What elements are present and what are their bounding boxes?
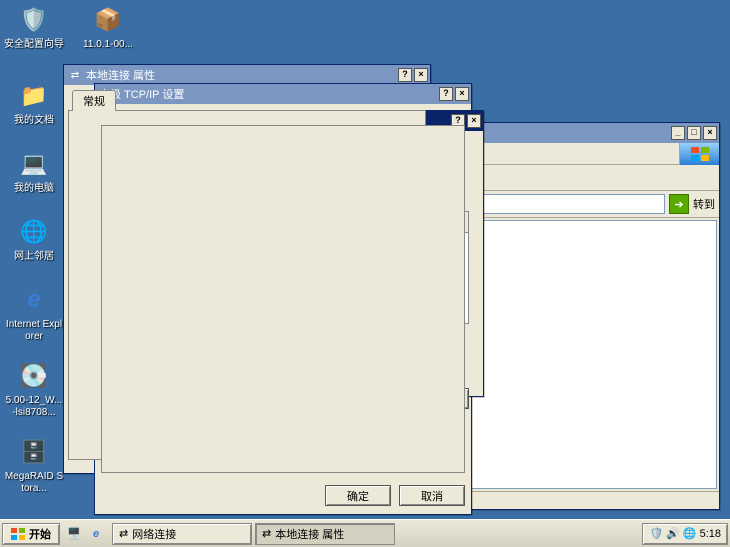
menubar[interactable] (466, 143, 679, 165)
help-button[interactable]: ? (398, 68, 412, 82)
advanced-tcpip-dialog[interactable]: 高级 TCP/IP 设置 ? × x 确定 取消 (94, 83, 472, 515)
desktop-icon-label: 网上邻居 (4, 251, 64, 263)
taskbar-item-label: 本地连接 属性 (275, 526, 344, 542)
network-icon: ⇄ (68, 68, 82, 82)
desktop-icon-label: 安全配置向导 (4, 39, 64, 51)
window-title: 本地连接 属性 (86, 67, 398, 83)
clock: 5:18 (700, 528, 721, 540)
desktop-icon-label: 5.00-12_W... -lsi8708... (4, 395, 64, 419)
server-icon: 🗄️ (18, 436, 50, 468)
folder-icon: 📁 (18, 80, 50, 112)
system-tray[interactable]: 🛡️ 🔊 🌐 5:18 (642, 523, 728, 545)
tray-icon[interactable]: 🌐 (683, 527, 697, 540)
minimize-button[interactable]: _ (671, 126, 685, 140)
network-icon: 🌐 (18, 216, 50, 248)
arrow-right-icon: ➔ (674, 198, 683, 211)
computer-icon: 💻 (18, 148, 50, 180)
desktop-icon: 🖥️ (67, 527, 81, 540)
desktop-icon-internet-explorer[interactable]: e Internet Explorer (4, 284, 64, 343)
close-button[interactable]: × (703, 126, 717, 140)
maximize-button[interactable]: □ (687, 126, 701, 140)
archive-icon: 📦 (92, 4, 124, 36)
tab-general[interactable]: 常规 (72, 90, 116, 111)
windows-logo-icon (11, 528, 25, 540)
cancel-button[interactable]: 取消 (399, 485, 465, 506)
desktop-icon-label: 11.0.1-00... (78, 39, 138, 51)
titlebar[interactable]: ⇄ 本地连接 属性 ? × (64, 65, 430, 85)
taskbar-item[interactable]: ⇄ 网络连接 (112, 523, 252, 545)
close-button[interactable]: × (455, 87, 469, 101)
window-icon: ⇄ (119, 527, 128, 540)
ie-icon: e (18, 284, 50, 316)
desktop-icon-driver[interactable]: 💽 5.00-12_W... -lsi8708... (4, 360, 64, 419)
desktop-icon-my-documents[interactable]: 📁 我的文档 (4, 80, 64, 127)
toolbar[interactable] (466, 165, 719, 191)
go-button[interactable]: ➔ (669, 194, 689, 214)
close-button[interactable]: × (467, 114, 481, 128)
installer-icon: 💽 (18, 360, 50, 392)
desktop-icon-archive[interactable]: 📦 11.0.1-00... (78, 4, 138, 51)
shield-icon: 🛡️ (18, 4, 50, 36)
start-button[interactable]: 开始 (2, 523, 60, 545)
ok-button[interactable]: 确定 (325, 485, 391, 506)
address-input[interactable] (470, 194, 665, 214)
desktop-icon-label: MegaRAID Stora... (4, 471, 64, 495)
explorer-window[interactable]: _ □ × ➔ 转到 (465, 122, 720, 510)
desktop-icon-security-wizard[interactable]: 🛡️ 安全配置向导 (4, 4, 64, 51)
taskbar-item[interactable]: ⇄ 本地连接 属性 (255, 523, 395, 545)
go-label: 转到 (693, 196, 715, 212)
tray-icon[interactable]: 🛡️ (649, 527, 663, 540)
help-button[interactable]: ? (439, 87, 453, 101)
tray-icon[interactable]: 🔊 (666, 527, 680, 540)
desktop-icon-label: 我的文档 (4, 115, 64, 127)
close-button[interactable]: × (414, 68, 428, 82)
statusbar (466, 491, 719, 509)
quicklaunch-item[interactable]: 🖥️ (64, 524, 84, 544)
explorer-content[interactable] (468, 220, 717, 489)
windows-logo-icon (679, 143, 719, 165)
ie-icon: e (93, 528, 99, 540)
window-icon: ⇄ (262, 527, 271, 540)
titlebar[interactable]: _ □ × (466, 123, 719, 143)
desktop-icon-network-places[interactable]: 🌐 网上邻居 (4, 216, 64, 263)
desktop-icon-label: 我的电脑 (4, 183, 64, 195)
desktop-icon-megaraid[interactable]: 🗄️ MegaRAID Stora... (4, 436, 64, 495)
taskbar: 开始 🖥️ e ⇄ 网络连接 ⇄ 本地连接 属性 🛡️ 🔊 🌐 5:18 (0, 519, 730, 547)
desktop-icon-my-computer[interactable]: 💻 我的电脑 (4, 148, 64, 195)
start-label: 开始 (29, 526, 51, 542)
taskbar-item-label: 网络连接 (132, 526, 176, 542)
quicklaunch-item[interactable]: e (86, 524, 106, 544)
desktop-icon-label: Internet Explorer (4, 319, 64, 343)
